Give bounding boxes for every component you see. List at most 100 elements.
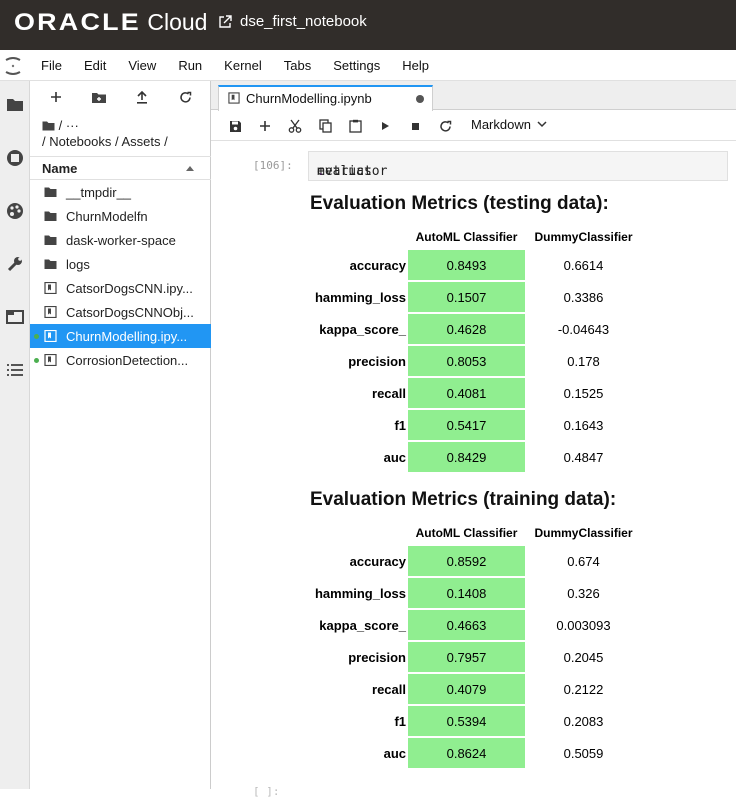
automl-value-cell: 0.1507 — [408, 280, 525, 314]
file-list-header[interactable]: Name — [30, 156, 211, 180]
notebook-icon — [44, 354, 57, 366]
top-header: ORACLE Cloud dse_first_notebook — [0, 0, 736, 50]
table-row: precision 0.7957 0.2045 — [310, 640, 642, 674]
column-header-automl: AutoML Classifier — [415, 525, 518, 540]
automl-value-cell: 0.8624 — [408, 736, 525, 770]
logo-cloud-text: Cloud — [147, 9, 208, 35]
dummy-value-cell: 0.178 — [567, 353, 600, 369]
copy-button[interactable] — [316, 117, 334, 135]
plus-icon — [51, 92, 61, 102]
unsaved-changes-icon[interactable] — [416, 95, 424, 103]
metric-name-cell: precision — [348, 649, 406, 665]
dummy-value-cell: 0.6614 — [563, 257, 604, 273]
automl-value-cell: 0.4628 — [408, 312, 525, 346]
list-item-selected[interactable]: ChurnModelling.ipy... — [30, 324, 211, 348]
file-list: __tmpdir__ ChurnModelfn dask-worker-spac… — [30, 180, 211, 372]
breadcrumb-path[interactable]: / Notebooks / Assets / — [42, 134, 168, 149]
list-item[interactable]: dask-worker-space — [30, 228, 211, 252]
automl-value-cell: 0.4079 — [408, 672, 525, 706]
run-cell-button[interactable] — [376, 117, 394, 135]
metric-name-cell: f1 — [394, 713, 406, 729]
training-metrics-title: Evaluation Metrics (training data): — [310, 489, 617, 510]
dummy-value-cell: 0.4847 — [563, 449, 604, 465]
new-launcher-button[interactable] — [47, 88, 65, 106]
empty-header — [310, 225, 408, 249]
list-item[interactable]: CatsorDogsCNNObj... — [30, 300, 211, 324]
menu-file[interactable]: File — [41, 58, 62, 73]
menu-view[interactable]: View — [128, 58, 156, 73]
file-name: __tmpdir__ — [66, 185, 132, 200]
play-icon — [382, 122, 389, 130]
table-header-row: AutoML Classifier DummyClassifier — [310, 521, 642, 545]
restart-kernel-button[interactable] — [436, 117, 454, 135]
upload-icon — [137, 90, 147, 104]
save-button[interactable] — [226, 117, 244, 135]
folder-icon[interactable] — [4, 93, 26, 115]
list-item[interactable]: __tmpdir__ — [30, 180, 211, 204]
metric-name-cell: hamming_loss — [314, 289, 406, 305]
notebook-icon — [44, 282, 57, 294]
running-sessions-icon[interactable] — [4, 147, 26, 169]
paste-button[interactable] — [346, 117, 364, 135]
breadcrumb-ellipsis[interactable]: / ··· — [59, 118, 79, 133]
upload-button[interactable] — [133, 88, 151, 106]
dummy-value-cell: 0.5059 — [563, 745, 604, 761]
metric-name-cell: hamming_loss — [314, 585, 406, 601]
table-header-row: AutoML Classifier DummyClassifier — [310, 225, 642, 249]
external-link-icon — [219, 14, 232, 28]
code-cell-input[interactable]: evaluator. metrics — [308, 151, 728, 181]
file-browser-panel: / ··· / Notebooks / Assets / Name __tmpd… — [30, 81, 211, 789]
wrench-icon[interactable] — [4, 253, 26, 275]
breadcrumb-root[interactable]: / ··· — [42, 117, 79, 135]
menu-tabs[interactable]: Tabs — [284, 58, 311, 73]
file-browser-toolbar — [30, 81, 211, 113]
list-item[interactable]: CatsorDogsCNN.ipy... — [30, 276, 211, 300]
tab-label: ChurnModelling.ipynb — [246, 91, 372, 106]
tabs-icon[interactable] — [4, 306, 26, 328]
automl-value-cell: 0.8429 — [408, 440, 525, 474]
cut-button[interactable] — [286, 117, 304, 135]
cell-type-dropdown[interactable]: Markdown — [471, 117, 547, 132]
testing-metrics-table: AutoML Classifier DummyClassifier accura… — [310, 225, 642, 474]
menu-bar: File Edit View Run Kernel Tabs Settings … — [0, 50, 736, 81]
menu-settings[interactable]: Settings — [333, 58, 380, 73]
dummy-value-cell: 0.326 — [567, 585, 600, 601]
automl-value-cell: 0.5394 — [408, 704, 525, 738]
table-of-contents-icon[interactable] — [4, 359, 26, 381]
oracle-cloud-logo[interactable]: ORACLE Cloud — [14, 9, 207, 39]
new-folder-button[interactable] — [90, 88, 108, 106]
paste-icon — [348, 119, 362, 133]
metric-name-cell: accuracy — [349, 257, 406, 273]
insert-cell-button[interactable] — [256, 117, 274, 135]
stop-icon — [411, 122, 419, 130]
interrupt-kernel-button[interactable] — [406, 117, 424, 135]
notebook-session-title: dse_first_notebook — [240, 13, 367, 30]
empty-header — [310, 521, 408, 545]
metric-name-cell: accuracy — [349, 553, 406, 569]
new-folder-icon — [92, 92, 106, 103]
refresh-icon — [179, 91, 191, 103]
menu-run[interactable]: Run — [178, 58, 202, 73]
menu-edit[interactable]: Edit — [84, 58, 106, 73]
dummy-value-cell: 0.3386 — [563, 289, 604, 305]
jupyter-logo-icon — [5, 57, 21, 75]
sort-ascending-icon[interactable] — [186, 166, 194, 171]
file-name: ChurnModelling.ipy... — [66, 329, 188, 344]
dummy-value-cell: 0.003093 — [556, 617, 611, 633]
list-item[interactable]: ChurnModelfn — [30, 204, 211, 228]
table-row: f1 0.5394 0.2083 — [310, 704, 642, 738]
menu-help[interactable]: Help — [402, 58, 429, 73]
refresh-button[interactable] — [176, 88, 194, 106]
notebook-session-link[interactable]: dse_first_notebook — [218, 13, 367, 30]
palette-icon[interactable] — [4, 200, 26, 222]
column-header-dummy: DummyClassifier — [534, 230, 633, 244]
list-item[interactable]: logs — [30, 252, 211, 276]
metric-name-cell: kappa_score_ — [319, 321, 406, 337]
file-name: CatsorDogsCNNObj... — [66, 305, 194, 320]
name-column-header[interactable]: Name — [42, 161, 77, 176]
tab-churnmodelling[interactable]: ChurnModelling.ipynb — [218, 85, 433, 111]
file-name: CorrosionDetection... — [66, 353, 189, 368]
menu-kernel[interactable]: Kernel — [224, 58, 262, 73]
list-item[interactable]: CorrosionDetection... — [30, 348, 211, 372]
file-name: CatsorDogsCNN.ipy... — [66, 281, 193, 296]
